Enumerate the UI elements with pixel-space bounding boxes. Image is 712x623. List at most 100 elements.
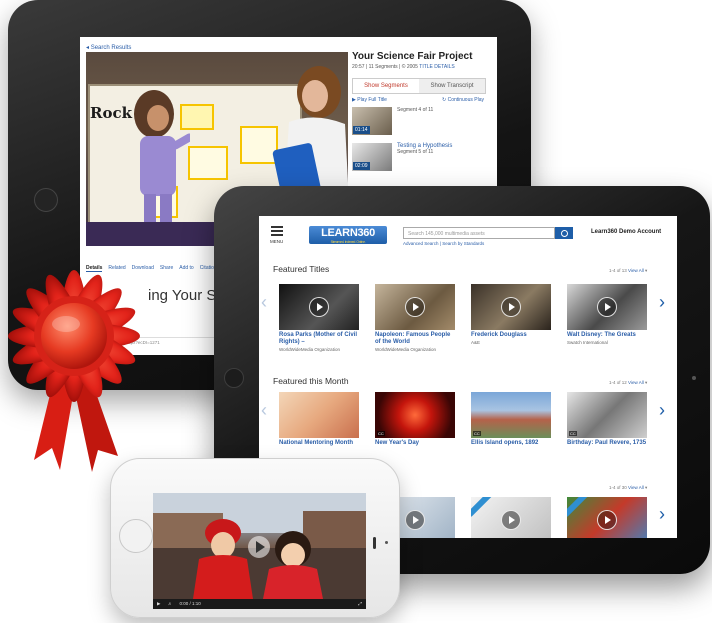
card-title: Walt Disney: The Greats — [567, 332, 636, 338]
card-title: New Year's Day — [375, 440, 420, 446]
count-text: 1-4 of 13 — [609, 268, 627, 273]
card-thumbnail — [279, 284, 359, 330]
tab-show-segments[interactable]: Show Segments — [353, 79, 419, 93]
award-ribbon-icon — [8, 270, 140, 472]
nav-share[interactable]: Share — [160, 265, 173, 272]
scroll-right-icon[interactable]: › — [659, 504, 665, 525]
card-source: WorldWideMedia Organization — [375, 347, 436, 352]
segment-thumbnail: 02:09 — [352, 143, 392, 171]
card-thumbnail — [279, 392, 359, 438]
home-button[interactable] — [119, 519, 153, 553]
play-icon — [309, 297, 329, 317]
phone-video[interactable] — [153, 493, 366, 599]
card-title: Frederick Douglass — [471, 332, 527, 338]
logo-text: LEARN360 — [321, 227, 375, 239]
cc-badge: CC — [377, 431, 385, 436]
children-scene — [153, 493, 366, 599]
search-input[interactable]: Search 145,000 multimedia assets — [403, 227, 555, 239]
play-icon — [501, 510, 521, 530]
tablet-camera — [34, 188, 58, 212]
video-meta: 20:57 | 11 Segments | © 2005 TITLE DETAI… — [352, 64, 492, 70]
play-full-label: Play Full Title — [357, 97, 387, 103]
scroll-left-icon[interactable]: ‹ — [261, 292, 267, 313]
advanced-search-link[interactable]: Advanced Search | Search by Standards — [403, 241, 484, 246]
title-card[interactable]: Walt Disney: The Greats Swatch Internati… — [567, 284, 647, 345]
view-all-link[interactable]: View All — [628, 485, 644, 490]
section-title: Featured this Month — [273, 376, 349, 386]
card-thumbnail — [471, 284, 551, 330]
title-card[interactable] — [471, 497, 551, 538]
continuous-play[interactable]: ↻ Continuous Play — [442, 97, 484, 103]
title-card[interactable] — [567, 497, 647, 538]
card-title: Ellis Island opens, 1892 — [471, 440, 539, 446]
play-icon — [597, 510, 617, 530]
card-source: Swatch International — [567, 340, 608, 345]
scroll-left-icon[interactable]: ‹ — [261, 400, 267, 421]
card-thumbnail: CC — [567, 392, 647, 438]
title-card[interactable]: National Mentoring Month — [279, 392, 359, 447]
segment-thumbnail: 01:14 — [352, 107, 392, 135]
phone-camera — [385, 541, 388, 544]
title-card[interactable]: CC New Year's Day — [375, 392, 455, 447]
phone-screen: ▶ ♬ 0:00 / 1:10 ⤢ — [153, 493, 366, 609]
segment-item[interactable]: 02:09 Testing a Hypothesis Segment 5 of 1… — [352, 143, 484, 171]
card-thumbnail: CC — [375, 392, 455, 438]
logo-tagline: Streamed. Indexed. Online. — [330, 240, 366, 244]
title-card[interactable]: Napoleon: Famous People of the World Wor… — [375, 284, 455, 352]
card-title: Birthday: Paul Revere, 1735 — [567, 440, 647, 446]
card-title: Napoleon: Famous People of the World — [375, 332, 451, 345]
segment-time: 01:14 — [353, 126, 370, 134]
segment-sub: Segment 4 of 11 — [397, 107, 434, 113]
play-full-title[interactable]: ▶ Play Full Title — [352, 97, 387, 103]
scroll-right-icon[interactable]: › — [659, 292, 665, 313]
segment-time: 02:09 — [353, 162, 370, 170]
card-thumbnail: CC — [471, 392, 551, 438]
play-icon — [501, 297, 521, 317]
play-icon — [405, 297, 425, 317]
account-name[interactable]: Learn360 Demo Account — [591, 229, 661, 235]
video-title: Your Science Fair Project — [352, 51, 473, 62]
title-card[interactable]: CC Ellis Island opens, 1892 — [471, 392, 551, 447]
title-details-link[interactable]: TITLE DETAILS — [419, 64, 454, 70]
tab-show-transcript[interactable]: Show Transcript — [419, 79, 485, 93]
play-icon[interactable]: ▶ — [157, 601, 160, 606]
menu-label: MENU — [270, 239, 284, 244]
play-icon — [405, 510, 425, 530]
count-text: 1-4 of 12 — [609, 380, 627, 385]
phone-frame: ▶ ♬ 0:00 / 1:10 ⤢ — [110, 458, 400, 618]
breadcrumb-label: Search Results — [90, 45, 132, 51]
view-all-link[interactable]: View All — [628, 268, 644, 273]
card-thumbnail — [375, 284, 455, 330]
segment-sub: Segment 5 of 11 — [397, 149, 434, 155]
search-button[interactable] — [555, 227, 573, 239]
learn360-logo[interactable]: LEARN360 Streamed. Indexed. Online. — [309, 226, 387, 244]
view-all-link[interactable]: View All — [628, 380, 644, 385]
card-source: A&E — [471, 340, 481, 345]
phone-player-controls: ▶ ♬ 0:00 / 1:10 ⤢ — [153, 599, 366, 609]
count-text: 1-4 of 30 — [609, 485, 627, 490]
scroll-right-icon[interactable]: › — [659, 400, 665, 421]
continuous-label: Continuous Play — [447, 97, 484, 103]
tablet-sensor — [692, 376, 696, 380]
segment-tabs: Show Segments Show Transcript — [352, 78, 486, 94]
meta-text: 20:57 | 11 Segments | © 2005 — [352, 64, 418, 70]
menu-icon[interactable] — [271, 226, 283, 238]
segment-item[interactable]: 01:14 Segment 4 of 11 — [352, 107, 484, 135]
play-controls: ▶ Play Full Title ↻ Continuous Play — [352, 97, 484, 103]
title-card[interactable]: CC Birthday: Paul Revere, 1735 — [567, 392, 647, 447]
tablet-camera — [224, 368, 244, 388]
fullscreen-icon[interactable]: ⤢ — [358, 599, 362, 609]
breadcrumb[interactable]: ◂ Search Results — [86, 44, 131, 51]
phone-sensor — [373, 537, 376, 549]
cc-badge: CC — [473, 431, 481, 436]
title-card[interactable]: Frederick Douglass A&E — [471, 284, 551, 345]
card-thumbnail — [471, 497, 551, 538]
time-readout: 0:00 / 1:10 — [179, 601, 201, 606]
girl-figure — [134, 90, 190, 238]
card-title: National Mentoring Month — [279, 440, 353, 446]
section-count: 1-4 of 12 View All ▾ — [609, 380, 648, 385]
volume-icon[interactable]: ♬ — [168, 601, 173, 606]
card-thumbnail — [567, 284, 647, 330]
title-card[interactable]: Rosa Parks (Mother of Civil Rights) – Wo… — [279, 284, 359, 352]
nav-add-to[interactable]: Add to — [179, 265, 193, 272]
